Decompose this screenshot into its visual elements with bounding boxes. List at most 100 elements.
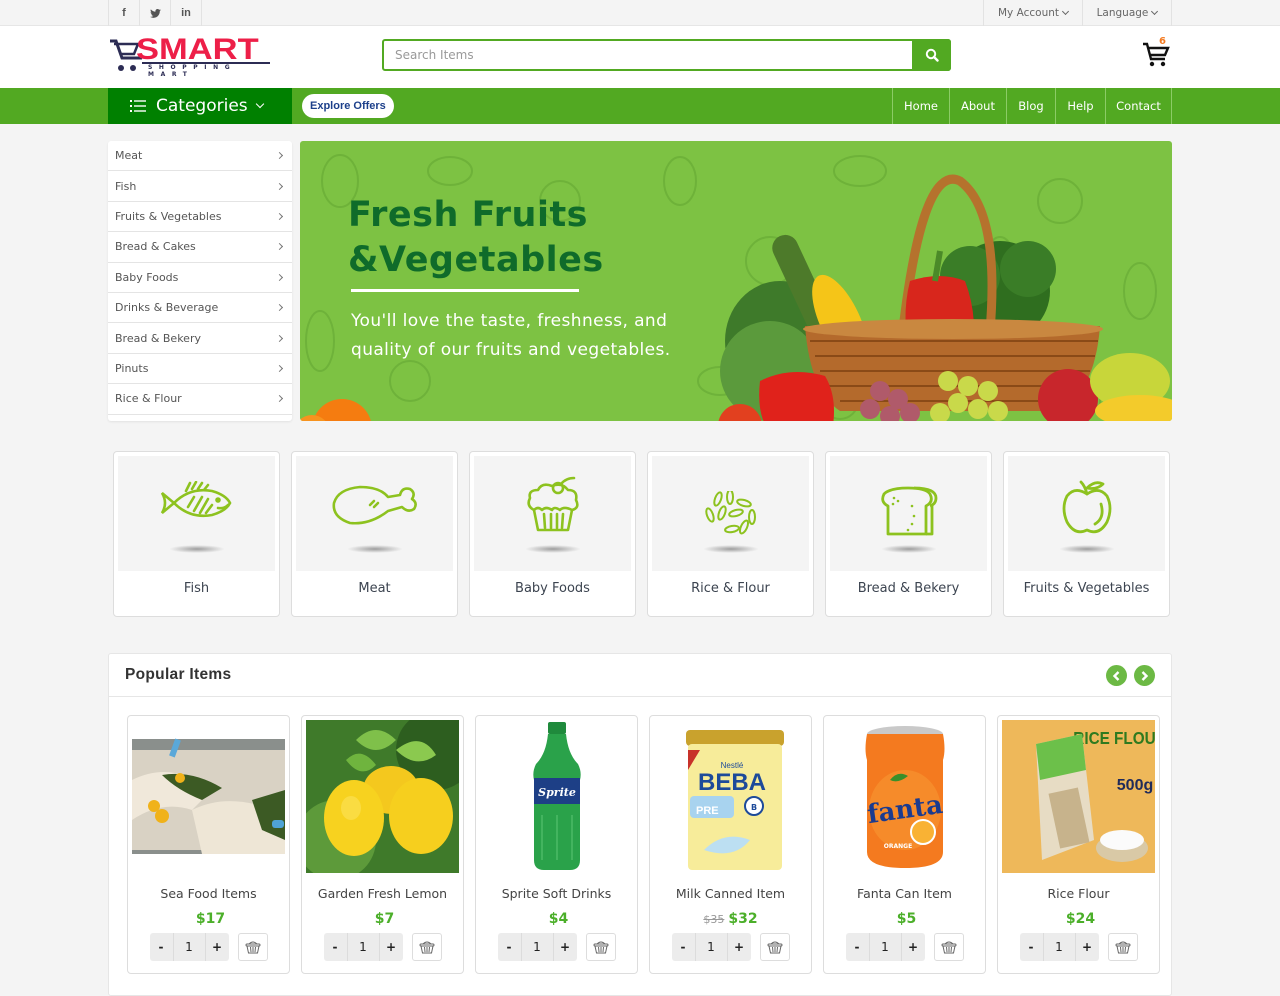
product-name: Milk Canned Item <box>675 886 786 901</box>
cart-count-badge: 6 <box>1159 36 1166 47</box>
basket-icon <box>941 941 956 954</box>
svg-text:Sprite: Sprite <box>538 786 576 799</box>
quantity-stepper: - 1 + <box>671 933 751 961</box>
quantity-increase-button[interactable]: + <box>554 933 577 961</box>
svg-text:PRE: PRE <box>696 805 719 817</box>
bread-icon <box>880 486 937 536</box>
sidebar-item-rice-flour[interactable]: Rice & Flour <box>108 384 292 415</box>
my-account-dropdown[interactable]: My Account <box>984 0 1083 26</box>
facebook-icon[interactable]: f <box>109 0 140 26</box>
product-name: Garden Fresh Lemon <box>317 886 448 901</box>
twitter-icon[interactable] <box>140 0 171 26</box>
quantity-decrease-button[interactable]: - <box>672 933 695 961</box>
popular-items-section: Popular Items Sea Food Items $17 - 1 + G… <box>108 653 1172 996</box>
explore-offers-button[interactable]: Explore Offers <box>302 94 394 118</box>
sidebar-item-label: Drinks & Beverage <box>115 301 219 315</box>
chevron-right-icon <box>275 395 284 403</box>
quantity-value[interactable]: 1 <box>868 933 902 961</box>
quantity-increase-button[interactable]: + <box>206 933 229 961</box>
sidebar-item-meat[interactable]: Meat <box>108 141 292 172</box>
add-to-basket-button[interactable] <box>237 933 268 961</box>
product-card[interactable]: Sprite Sprite Soft Drinks $4 - 1 + <box>475 715 638 974</box>
basket-icon <box>419 941 434 954</box>
quantity-value[interactable]: 1 <box>172 933 206 961</box>
quantity-value[interactable]: 1 <box>520 933 554 961</box>
milk-can-image: Nestlé BEBA PRE B <box>654 720 807 873</box>
category-tile-label: Fruits & Vegetables <box>1023 581 1150 596</box>
quantity-increase-button[interactable]: + <box>380 933 403 961</box>
search-button[interactable] <box>912 39 951 71</box>
list-icon <box>130 100 146 112</box>
sidebar-item-baby-foods[interactable]: Baby Foods <box>108 263 292 293</box>
add-to-basket-button[interactable] <box>585 933 616 961</box>
nav-contact[interactable]: Contact <box>1106 88 1172 124</box>
svg-text:B: B <box>751 803 757 812</box>
quantity-value[interactable]: 1 <box>346 933 380 961</box>
product-card[interactable]: Nestlé BEBA PRE B Milk Canned Item $35 $3… <box>649 715 812 974</box>
language-dropdown[interactable]: Language <box>1083 0 1172 26</box>
search-input[interactable] <box>384 41 912 69</box>
quantity-decrease-button[interactable]: - <box>1020 933 1043 961</box>
quantity-decrease-button[interactable]: - <box>150 933 173 961</box>
sidebar-item-fruits-vegetables[interactable]: Fruits & Vegetables <box>108 202 292 233</box>
add-to-basket-button[interactable] <box>411 933 442 961</box>
quantity-increase-button[interactable]: + <box>728 933 751 961</box>
sidebar-item-bread-bekery[interactable]: Bread & Bekery <box>108 323 292 354</box>
sidebar-item-drinks-beverage[interactable]: Drinks & Beverage <box>108 293 292 324</box>
categories-dropdown-button[interactable]: Categories <box>108 88 292 124</box>
chevron-right-icon <box>275 243 284 251</box>
category-tile-baby-foods[interactable]: Baby Foods <box>469 451 636 617</box>
sidebar-item-label: Fish <box>115 179 137 193</box>
logo-tagline: SHOPPING MART <box>148 64 237 78</box>
linkedin-icon[interactable]: in <box>171 0 202 26</box>
logo[interactable]: SMART SHOPPING MART <box>108 35 273 78</box>
main-navbar: Categories Explore Offers Home About Blo… <box>0 88 1280 124</box>
top-bar: f in My Account Language <box>0 0 1280 26</box>
category-tile-fish[interactable]: Fish <box>113 451 280 617</box>
product-card[interactable]: RICE FLOUR 500g Rice Flour $24 - 1 + <box>997 715 1160 974</box>
product-price: $7 <box>374 911 395 927</box>
quantity-value[interactable]: 1 <box>694 933 728 961</box>
fish-icon <box>160 481 231 518</box>
quantity-stepper: - 1 + <box>845 933 925 961</box>
nav-help[interactable]: Help <box>1056 88 1106 124</box>
product-card[interactable]: Garden Fresh Lemon $7 - 1 + <box>301 715 464 974</box>
sidebar-item-bread-cakes[interactable]: Bread & Cakes <box>108 232 292 263</box>
hero-banner[interactable]: Fresh Fruits &Vegetables You'll love the … <box>300 141 1172 421</box>
quantity-decrease-button[interactable]: - <box>324 933 347 961</box>
category-tile-bread-bekery[interactable]: Bread & Bekery <box>825 451 992 617</box>
categories-label: Categories <box>156 96 248 116</box>
svg-text:BEBA: BEBA <box>698 769 766 796</box>
carousel-next-button[interactable] <box>1134 665 1155 686</box>
chevron-right-icon <box>275 273 284 281</box>
quantity-decrease-button[interactable]: - <box>846 933 869 961</box>
sidebar-item-pinuts[interactable]: Pinuts <box>108 354 292 385</box>
add-to-basket-button[interactable] <box>933 933 964 961</box>
social-links: f in <box>108 0 202 26</box>
cart-button[interactable]: 6 <box>1142 36 1170 68</box>
product-old-price: $35 <box>703 913 725 926</box>
quantity-increase-button[interactable]: + <box>902 933 925 961</box>
cupcake-icon <box>526 476 579 532</box>
quantity-decrease-button[interactable]: - <box>498 933 521 961</box>
sidebar-item-fish[interactable]: Fish <box>108 171 292 202</box>
add-to-basket-button[interactable] <box>1107 933 1138 961</box>
category-tile-fruits-vegetables[interactable]: Fruits & Vegetables <box>1003 451 1170 617</box>
quantity-value[interactable]: 1 <box>1042 933 1076 961</box>
quantity-stepper: - 1 + <box>1019 933 1099 961</box>
quantity-increase-button[interactable]: + <box>1076 933 1099 961</box>
add-to-basket-button[interactable] <box>759 933 790 961</box>
carousel-prev-button[interactable] <box>1106 665 1127 686</box>
section-title: Popular Items <box>125 666 232 683</box>
nav-home[interactable]: Home <box>893 88 950 124</box>
category-tile-meat[interactable]: Meat <box>291 451 458 617</box>
nav-blog[interactable]: Blog <box>1007 88 1056 124</box>
rice-grains-icon <box>704 491 756 535</box>
nav-about[interactable]: About <box>950 88 1007 124</box>
chevron-right-icon <box>275 152 284 160</box>
lemon-image <box>306 720 459 873</box>
product-card[interactable]: fanta ORANGE Fanta Can Item $5 - 1 + <box>823 715 986 974</box>
product-card[interactable]: Sea Food Items $17 - 1 + <box>127 715 290 974</box>
category-tile-rice-flour[interactable]: Rice & Flour <box>647 451 814 617</box>
quantity-stepper: - 1 + <box>323 933 403 961</box>
